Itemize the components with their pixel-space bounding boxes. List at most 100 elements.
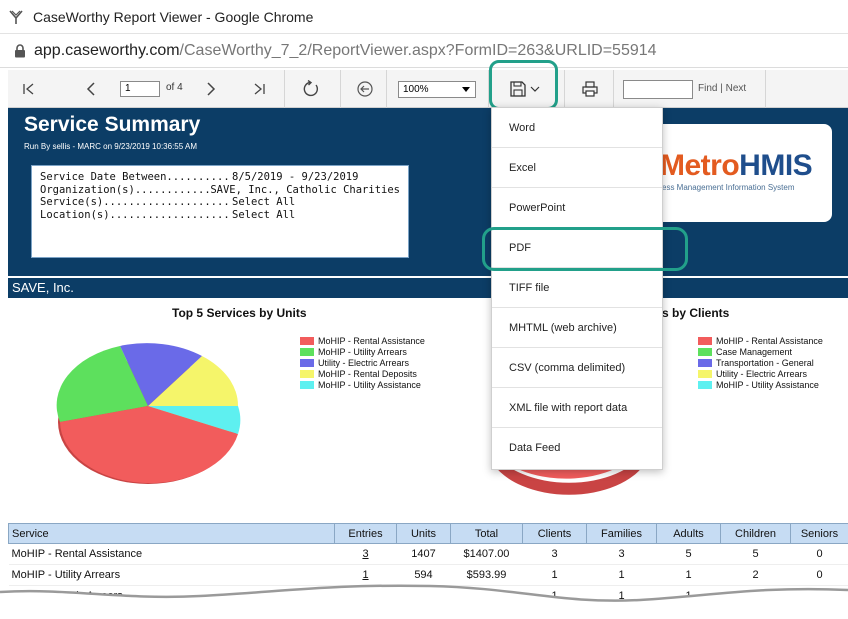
col-header-adults: Adults [656, 523, 721, 544]
browser-titlebar: CaseWorthy Report Viewer - Google Chrome [0, 0, 848, 34]
page-count-label: of 4 [166, 82, 183, 93]
zoom-select[interactable]: 100% [398, 81, 476, 98]
table-header-row: Service Entries Units Total Clients Fami… [8, 523, 848, 544]
legend-label: Utility - Electric Arrears [716, 368, 808, 379]
cell-families: 3 [586, 543, 657, 565]
report-toolbar: 1 of 4 100% Find | Next [8, 70, 848, 108]
next-page-button[interactable] [198, 76, 224, 102]
legend-label: MoHIP - Rental Assistance [716, 335, 823, 346]
legend-right: MoHIP - Rental Assistance Case Managemen… [698, 335, 823, 390]
back-icon [357, 81, 373, 97]
param-label: Service Date Between.............. [40, 171, 232, 183]
address-bar[interactable]: app.caseworthy.com/CaseWorthy_7_2/Report… [0, 34, 848, 68]
legend-swatch [698, 336, 712, 345]
export-word[interactable]: Word [492, 108, 662, 148]
report-title: Service Summary [24, 113, 201, 136]
chart-title-right: s by Clients [662, 306, 730, 320]
caseworthy-logo-icon [9, 10, 23, 24]
col-header-children: Children [720, 523, 791, 544]
report-parameters: Service Date Between..............8/5/20… [31, 165, 409, 258]
print-button[interactable] [577, 76, 603, 102]
legend-label: MoHIP - Utility Assistance [716, 379, 819, 390]
lock-icon [15, 44, 25, 58]
param-value: Select All [232, 196, 296, 208]
report-run-info: Run By sellis - MARC on 9/23/2019 10:36:… [24, 142, 197, 151]
toolbar-separator [765, 70, 766, 108]
export-powerpoint[interactable]: PowerPoint [492, 188, 662, 228]
legend-swatch [300, 358, 314, 367]
param-row: Service Date Between..............8/5/20… [40, 171, 400, 184]
legend-swatch [300, 380, 314, 389]
refresh-button[interactable] [298, 76, 324, 102]
param-value: 8/5/2019 - 9/23/2019 [232, 171, 359, 183]
legend-item: MoHIP - Utility Arrears [300, 346, 425, 357]
find-link[interactable]: Find [698, 83, 717, 94]
torn-edge [0, 584, 848, 619]
previous-page-button[interactable] [78, 76, 104, 102]
next-link[interactable]: Next [726, 83, 747, 94]
legend-swatch [300, 336, 314, 345]
pdf-option-highlight [482, 227, 688, 271]
legend-swatch [300, 347, 314, 356]
back-button[interactable] [352, 76, 378, 102]
export-menu: Word Excel PowerPoint PDF TIFF file MHTM… [491, 107, 663, 470]
url-host: app.caseworthy.com [34, 42, 180, 59]
logo-metro: Metro [660, 149, 740, 182]
cell-children: 5 [720, 543, 791, 565]
param-value: SAVE, Inc., Catholic Charities [210, 183, 400, 196]
entries-link[interactable]: 3 [362, 548, 368, 560]
export-xml[interactable]: XML file with report data [492, 388, 662, 428]
legend-item: Transportation - General [698, 357, 823, 368]
last-page-button[interactable] [246, 76, 272, 102]
param-row: Service(s)..............................… [40, 196, 400, 209]
legend-item: Utility - Electric Arrears [300, 357, 425, 368]
param-row: Organization(s)......................SAV… [40, 184, 400, 197]
next-page-icon [207, 82, 216, 96]
col-header-service: Service [8, 523, 335, 544]
param-label: Location(s)........................... [40, 208, 232, 221]
toolbar-separator [564, 70, 565, 108]
legend-swatch [698, 380, 712, 389]
dropdown-caret-icon [462, 87, 470, 92]
col-header-units: Units [396, 523, 451, 544]
cell-units: 1407 [396, 543, 451, 565]
export-excel[interactable]: Excel [492, 148, 662, 188]
col-header-total: Total [450, 523, 523, 544]
page-number-input[interactable]: 1 [120, 81, 160, 97]
col-header-families: Families [586, 523, 657, 544]
logo-text: MetroHMIS [660, 149, 813, 183]
find-input[interactable] [623, 80, 693, 99]
legend-label: MoHIP - Utility Assistance [318, 379, 421, 390]
legend-item: MoHIP - Rental Assistance [698, 335, 823, 346]
cell-total: $1407.00 [450, 543, 523, 565]
previous-page-icon [86, 82, 95, 96]
export-csv[interactable]: CSV (comma delimited) [492, 348, 662, 388]
col-header-clients: Clients [522, 523, 587, 544]
legend-item: MoHIP - Rental Deposits [300, 368, 425, 379]
find-links: Find | Next [698, 83, 746, 94]
cell-service: MoHIP - Rental Assistance [8, 543, 335, 565]
zoom-value: 100% [403, 84, 429, 95]
cell-entries[interactable]: 3 [334, 543, 397, 565]
legend-item: MoHIP - Rental Assistance [300, 335, 425, 346]
find-separator: | [720, 83, 723, 94]
legend-item: Case Management [698, 346, 823, 357]
export-tiff[interactable]: TIFF file [492, 268, 662, 308]
url-path: /CaseWorthy_7_2/ReportViewer.aspx?FormID… [179, 42, 657, 59]
first-page-button[interactable] [16, 76, 42, 102]
param-label: Service(s).............................. [40, 196, 232, 208]
url-text[interactable]: app.caseworthy.com/CaseWorthy_7_2/Report… [34, 42, 657, 60]
legend-label: Case Management [716, 346, 793, 357]
export-button-highlight [489, 60, 558, 110]
print-icon [582, 81, 598, 97]
col-header-entries: Entries [334, 523, 397, 544]
legend-label: MoHIP - Rental Assistance [318, 335, 425, 346]
export-data-feed[interactable]: Data Feed [492, 428, 662, 468]
export-mhtml[interactable]: MHTML (web archive) [492, 308, 662, 348]
toolbar-separator [386, 70, 387, 108]
cell-seniors: 0 [790, 543, 848, 565]
refresh-icon [303, 80, 319, 97]
param-row: Location(s)...........................Se… [40, 209, 400, 222]
logo-subtitle: ess Management Information System [662, 183, 795, 192]
legend-label: Transportation - General [716, 357, 814, 368]
